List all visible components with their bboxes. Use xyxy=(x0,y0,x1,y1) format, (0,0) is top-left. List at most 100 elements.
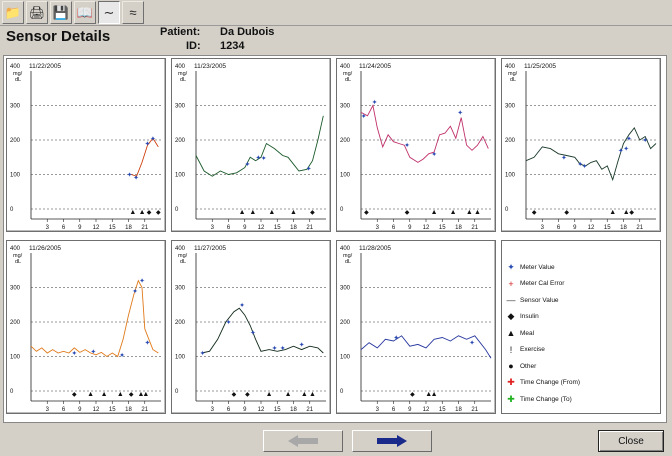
chart-svg: 11/26/2005400mg/dL30020010003 6 9 12 15 18 21✦… xyxy=(10,245,161,413)
next-button[interactable] xyxy=(352,430,432,452)
x-tick-label: 3 xyxy=(46,407,50,413)
x-tick-label: 15 xyxy=(439,407,446,413)
insulin-marker: ◆ xyxy=(245,392,250,398)
x-tick-label: 12 xyxy=(423,225,430,231)
daily-chart-2: 11/23/2005 400 mg/dL 300 200 100 0 3 6 9 12 15 18 21 ✦… xyxy=(171,58,331,232)
y-tick-label: 200 xyxy=(340,320,351,326)
y-axis-label: dL xyxy=(510,77,516,83)
legend-label: Other xyxy=(520,362,537,370)
x-tick-label: 12 xyxy=(93,225,100,231)
x-tick-label: 21 xyxy=(141,225,148,231)
open-folder-icon[interactable]: 📁 xyxy=(2,1,24,24)
meter-point: ✦ xyxy=(261,154,267,162)
sensor-line xyxy=(30,279,159,358)
x-tick-label: 3 xyxy=(211,225,215,231)
insulin-marker: ◆ xyxy=(156,210,161,216)
y-tick-label: 0 xyxy=(505,207,509,213)
x-tick-label: 6 xyxy=(227,225,231,231)
y-tick-label: 100 xyxy=(175,355,186,361)
x-tick-label: 21 xyxy=(471,407,478,413)
meter-point: ✦ xyxy=(431,150,437,158)
insulin-marker: ◆ xyxy=(147,210,152,216)
y-tick-label: 300 xyxy=(175,104,186,110)
x-tick-label: 9 xyxy=(408,407,412,413)
y-tick-label: 100 xyxy=(340,173,351,179)
insulin-marker: ◆ xyxy=(629,210,634,216)
arrow-right-icon xyxy=(377,435,407,447)
chart-title: 11/27/2005 xyxy=(194,245,226,252)
x-tick-label: 3 xyxy=(376,225,380,231)
y-tick-label: 0 xyxy=(340,207,344,213)
legend-item: ✦ Meter Value xyxy=(502,261,662,273)
x-tick-label: 6 xyxy=(557,225,561,231)
y-tick-label: 100 xyxy=(505,173,516,179)
meal-marker: ▲ xyxy=(285,391,292,398)
x-tick-label: 18 xyxy=(455,225,462,231)
chart-icon[interactable]: ≈ xyxy=(122,1,144,24)
meter-point: ✦ xyxy=(280,344,286,352)
x-tick-label: 15 xyxy=(604,225,611,231)
x-tick-label: 9 xyxy=(243,225,247,231)
meter-point: ✦ xyxy=(561,154,567,162)
x-tick-label: 21 xyxy=(471,225,478,231)
y-tick-label: 400 xyxy=(505,64,516,70)
legend-label: Time Change (From) xyxy=(520,379,581,386)
insulin-marker: ◆ xyxy=(232,392,237,398)
y-tick-label: 400 xyxy=(340,64,351,70)
insulin-marker: ◆ xyxy=(410,392,415,398)
chart-title: 11/23/2005 xyxy=(194,63,226,70)
y-axis-label: dL xyxy=(180,259,186,265)
legend-item: ! Exercise xyxy=(502,344,662,356)
y-tick-label: 300 xyxy=(10,286,21,292)
legend-item: ● Other xyxy=(502,360,662,372)
meter-point: ✦ xyxy=(139,277,145,285)
x-tick-label: 12 xyxy=(423,407,430,413)
legend-symbol: ! xyxy=(509,344,513,355)
x-tick-label: 3 xyxy=(376,407,380,413)
daily-chart-7: 11/28/2005 400 mg/dL 300 200 100 0 3 6 9 12 15 18 21 ✦… xyxy=(336,240,496,414)
arrow-left-icon xyxy=(288,435,318,447)
book-icon[interactable]: 📖 xyxy=(74,1,96,24)
x-tick-label: 18 xyxy=(455,407,462,413)
graph-icon[interactable]: ∼ xyxy=(98,1,120,24)
legend-symbol: ✚ xyxy=(507,393,515,404)
y-tick-label: 400 xyxy=(10,246,21,252)
legend-symbol: ● xyxy=(508,361,514,371)
legend-label: Meter Cal Error xyxy=(520,280,565,287)
insulin-marker: ◆ xyxy=(364,210,369,216)
x-tick-label: 15 xyxy=(109,407,116,413)
close-button[interactable]: Close xyxy=(598,430,664,452)
y-tick-label: 200 xyxy=(505,138,516,144)
prev-button[interactable] xyxy=(263,430,343,452)
y-axis-label: dL xyxy=(180,77,186,83)
sensor-line xyxy=(201,307,324,354)
save-icon[interactable]: 💾 xyxy=(50,1,72,24)
legend-label: Meter Value xyxy=(520,263,555,271)
chart-svg: 11/28/2005400mg/dL30020010003 6 9 12 15 18 21✦… xyxy=(340,245,492,413)
insulin-marker: ◆ xyxy=(310,210,315,216)
y-tick-label: 0 xyxy=(10,389,14,395)
daily-chart-5: 11/26/2005 400 mg/dL 300 200 100 0 3 6 9 12 15 18 21 ✦… xyxy=(6,240,166,414)
meter-point: ✦ xyxy=(239,301,245,309)
meal-marker: ▲ xyxy=(474,209,481,216)
insulin-marker: ◆ xyxy=(532,210,537,216)
x-tick-label: 15 xyxy=(109,225,116,231)
meter-point: ✦ xyxy=(145,339,151,347)
meter-point: ✦ xyxy=(626,135,632,143)
meal-marker: ▲ xyxy=(466,209,473,216)
y-tick-label: 100 xyxy=(10,173,21,179)
window-title: Sensor Details xyxy=(6,28,111,45)
x-tick-label: 18 xyxy=(125,225,132,231)
y-axis-label: dL xyxy=(15,77,21,83)
x-tick-label: 18 xyxy=(125,407,132,413)
print-icon[interactable]: 🖨 xyxy=(26,1,48,24)
y-tick-label: 100 xyxy=(10,355,21,361)
y-tick-label: 200 xyxy=(10,320,21,326)
meter-point: ✦ xyxy=(71,350,77,358)
x-tick-label: 6 xyxy=(392,225,396,231)
meal-marker: ▲ xyxy=(142,391,149,398)
x-tick-label: 6 xyxy=(62,225,66,231)
legend-label: Insulin xyxy=(520,313,539,320)
patient-name: Da Dubois xyxy=(220,26,275,38)
x-tick-label: 12 xyxy=(258,407,265,413)
